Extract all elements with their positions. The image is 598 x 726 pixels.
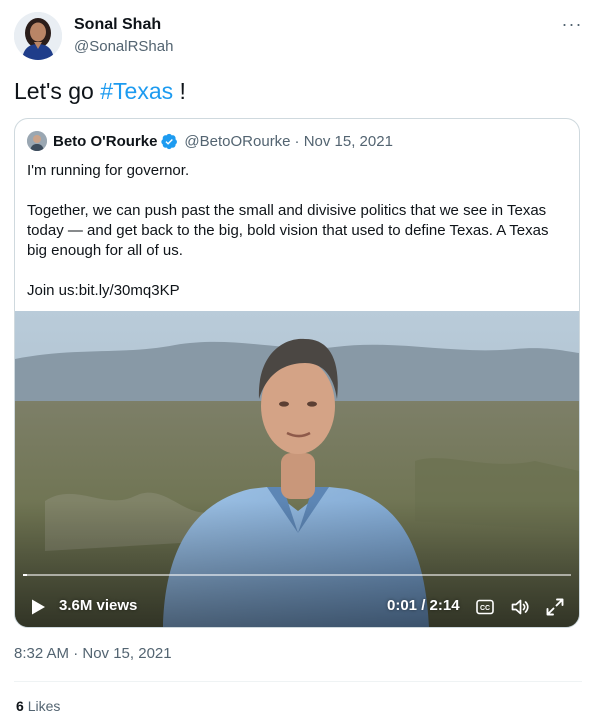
more-options-icon[interactable]: ··· — [560, 14, 584, 34]
video-time: 0:01 / 2:14 — [387, 597, 460, 614]
divider — [14, 681, 582, 682]
video-frame — [15, 311, 579, 627]
video-progress-fill — [23, 574, 28, 576]
svg-text:CC: CC — [480, 605, 490, 612]
quoted-line: I'm running for governor. — [27, 162, 190, 179]
tweet-timestamp[interactable]: 8:32 AM · Nov 15, 2021 — [14, 645, 172, 662]
author-handle[interactable]: @SonalRShah — [74, 38, 173, 55]
volume-icon[interactable] — [510, 597, 530, 617]
quoted-line: Together, we can push past the small and… — [27, 202, 549, 259]
tweet-text-suffix: ! — [173, 78, 186, 104]
quoted-tweet-card[interactable]: Beto O'Rourke @BetoORourke · Nov 15, 202… — [14, 118, 580, 628]
author-avatar[interactable] — [14, 12, 62, 60]
quoted-tweet-header: Beto O'Rourke @BetoORourke · Nov 15, 202… — [27, 131, 393, 151]
hashtag-link[interactable]: #Texas — [100, 78, 173, 104]
fullscreen-icon[interactable] — [545, 597, 565, 617]
video-player[interactable]: 3.6M views 0:01 / 2:14 CC — [15, 311, 579, 627]
likes-count: 6 — [16, 698, 24, 714]
quoted-author-handle[interactable]: @BetoORourke — [184, 133, 290, 150]
play-icon[interactable] — [29, 598, 47, 616]
likes-stat[interactable]: 6 Likes — [16, 698, 60, 714]
quoted-tweet-body: I'm running for governor. Together, we c… — [27, 161, 567, 321]
video-progress-bar[interactable] — [23, 574, 571, 576]
tweet-text-prefix: Let's go — [14, 78, 101, 104]
quoted-author-name[interactable]: Beto O'Rourke — [53, 133, 157, 150]
quoted-author-avatar[interactable] — [27, 131, 47, 151]
quoted-date[interactable]: · Nov 15, 2021 — [295, 133, 393, 150]
author-name[interactable]: Sonal Shah — [74, 16, 161, 34]
likes-label: Likes — [27, 698, 61, 714]
video-views: 3.6M views — [59, 597, 138, 614]
verified-badge-icon — [161, 133, 178, 149]
quoted-line: Join us:bit.ly/30mq3KP — [27, 282, 180, 299]
tweet-text: Let's go #Texas ! — [14, 78, 186, 105]
captions-icon[interactable]: CC — [476, 598, 494, 616]
tweet: Sonal Shah @SonalRShah ··· Let's go #Tex… — [0, 0, 598, 726]
